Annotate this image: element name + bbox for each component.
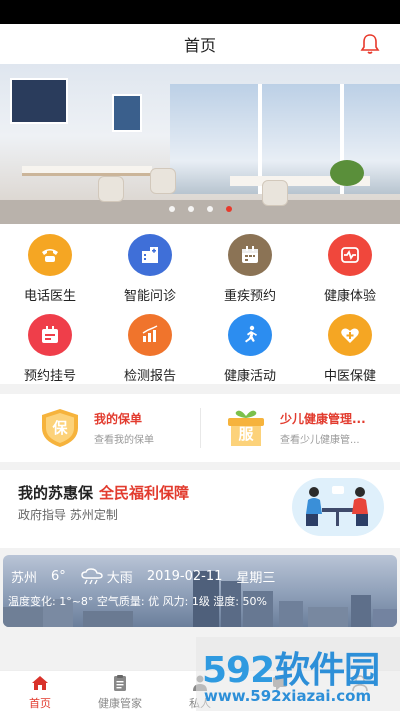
policy-title: 少儿健康管理... bbox=[280, 412, 366, 426]
carousel-dots bbox=[0, 206, 400, 212]
tab-label: 首页 bbox=[29, 697, 51, 710]
grid-item-smart-consult[interactable]: 智能问诊 bbox=[100, 224, 200, 304]
carousel-dot-active[interactable] bbox=[225, 206, 232, 212]
running-icon bbox=[228, 314, 272, 356]
suhuibao-subtitle: 政府指导 苏州定制 bbox=[18, 508, 118, 522]
grid-label: 电话医生 bbox=[23, 289, 76, 304]
policy-badge-label: 保 bbox=[52, 419, 68, 437]
grid-item-health-activity[interactable]: 健康活动 bbox=[200, 304, 300, 384]
gift-badge-icon: 服 bbox=[222, 406, 270, 450]
grid-item-test-report[interactable]: 检测报告 bbox=[100, 304, 200, 384]
child-health-entry[interactable]: 服 少儿健康管理... 查看少儿健康管... bbox=[222, 394, 366, 462]
grid-label: 健康体验 bbox=[323, 289, 376, 304]
tab-label: 健康管家 bbox=[98, 697, 142, 710]
hospital-icon bbox=[128, 234, 172, 276]
watermark-url: www.592xiazai.com bbox=[204, 687, 372, 705]
calendar-icon bbox=[228, 234, 272, 276]
banner-chair bbox=[98, 176, 124, 202]
clipboard-icon bbox=[114, 675, 126, 691]
suhuibao-highlight: 全民福利保障 bbox=[99, 484, 190, 502]
registration-icon bbox=[28, 314, 72, 356]
carousel-dot[interactable] bbox=[187, 206, 194, 212]
weather-weekday: 星期三 bbox=[236, 571, 276, 586]
weather-condition: 大雨 bbox=[106, 571, 133, 586]
heart-plus-icon bbox=[328, 314, 372, 356]
home-icon bbox=[32, 676, 48, 690]
weather-details: 温度变化: 1°~8° 空气质量: 优 风力: 1级 湿度: 50% bbox=[8, 595, 267, 608]
report-chart-icon bbox=[128, 314, 172, 356]
weather-card[interactable]: 苏州 6° 大雨 2019-02-11 星期三 温度变化: 1°~8° 空气质量… bbox=[3, 555, 397, 627]
watermark-logo-num: 592 bbox=[202, 650, 275, 691]
watermark-logo-cn: 软件园 bbox=[274, 650, 380, 691]
heart-pulse-icon bbox=[328, 234, 372, 276]
carousel-dot[interactable] bbox=[168, 206, 175, 212]
grid-item-registration[interactable]: 预约挂号 bbox=[0, 304, 100, 384]
policy-card: 保 我的保单 查看我的保单 服 少儿健康管理... 查看少儿健康管... bbox=[0, 394, 400, 462]
page-title: 首页 bbox=[183, 36, 216, 55]
banner-wall-screen bbox=[10, 78, 68, 124]
phone-icon bbox=[28, 234, 72, 276]
feature-grid: 电话医生 智能问诊 重疾预约 健康体验 预约挂号 检测报告 健康活动 中医保健 bbox=[0, 224, 400, 384]
my-policy-entry[interactable]: 保 我的保单 查看我的保单 bbox=[36, 394, 154, 462]
policy-subtitle: 查看我的保单 bbox=[94, 435, 154, 446]
banner-chair bbox=[150, 168, 176, 194]
rain-cloud-icon bbox=[81, 567, 103, 584]
nav-bar: 首页 bbox=[0, 24, 400, 64]
banner-floor bbox=[0, 200, 400, 224]
weather-date: 2019-02-11 bbox=[146, 569, 223, 584]
grid-label: 健康活动 bbox=[223, 369, 276, 384]
banner-chair bbox=[262, 180, 288, 206]
banner-wall-poster bbox=[112, 94, 142, 132]
status-bar bbox=[0, 0, 400, 24]
grid-item-health-experience[interactable]: 健康体验 bbox=[300, 224, 400, 304]
banner-desk bbox=[22, 166, 152, 176]
carousel-dot[interactable] bbox=[206, 206, 213, 212]
watermark-logo: 592软件园 bbox=[202, 641, 380, 693]
policy-title: 我的保单 bbox=[94, 412, 143, 426]
banner-carousel[interactable] bbox=[0, 64, 400, 224]
bell-icon[interactable] bbox=[360, 33, 380, 55]
weather-temp: 6° bbox=[51, 569, 66, 584]
tab-home[interactable]: 首页 bbox=[0, 673, 80, 711]
tab-health-steward[interactable]: 健康管家 bbox=[80, 673, 160, 711]
grid-item-phone-doctor[interactable]: 电话医生 bbox=[0, 224, 100, 304]
service-badge-label: 服 bbox=[238, 425, 254, 443]
suhuibao-title-text: 我的苏惠保 bbox=[18, 484, 94, 502]
grid-item-critical-booking[interactable]: 重疾预约 bbox=[200, 224, 300, 304]
suhuibao-title: 我的苏惠保 全民福利保障 bbox=[18, 482, 189, 503]
consultation-illustration bbox=[292, 478, 384, 536]
grid-label: 中医保健 bbox=[323, 369, 376, 384]
site-watermark: 592软件园 www.592xiazai.com bbox=[196, 637, 400, 711]
grid-label: 智能问诊 bbox=[123, 289, 176, 304]
grid-item-tcm-care[interactable]: 中医保健 bbox=[300, 304, 400, 384]
shield-badge-icon: 保 bbox=[36, 406, 84, 450]
grid-label: 检测报告 bbox=[123, 369, 176, 384]
grid-label: 重疾预约 bbox=[223, 289, 276, 304]
suhuibao-card[interactable]: 我的苏惠保 全民福利保障 政府指导 苏州定制 bbox=[0, 470, 400, 548]
weather-city: 苏州 bbox=[11, 571, 38, 586]
divider bbox=[200, 408, 201, 448]
policy-subtitle: 查看少儿健康管... bbox=[280, 435, 360, 446]
banner-plant bbox=[330, 160, 364, 186]
weather-summary: 苏州 6° 大雨 2019-02-11 星期三 bbox=[11, 567, 289, 586]
grid-label: 预约挂号 bbox=[23, 369, 76, 384]
